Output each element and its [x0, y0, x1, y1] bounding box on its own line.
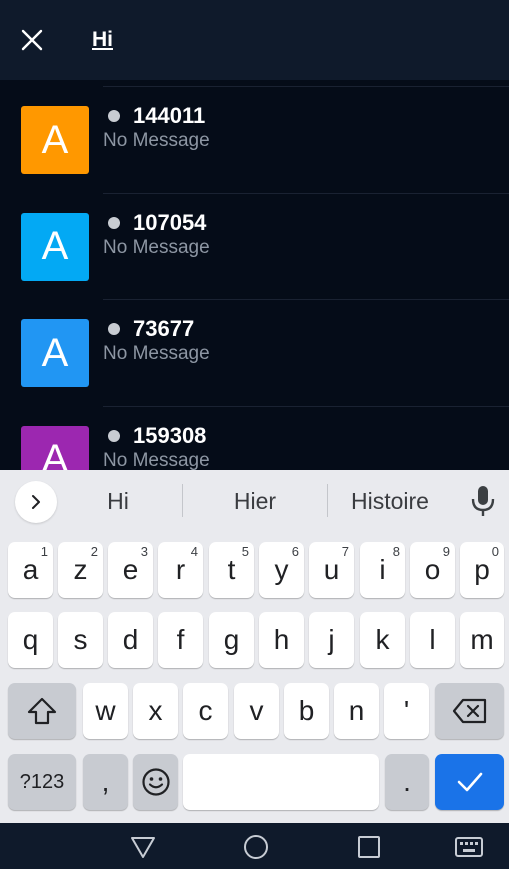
list-item[interactable]: A 73677 No Message: [0, 299, 509, 406]
status-dot-icon: [108, 110, 120, 122]
avatar-initial: A: [41, 117, 69, 162]
key-r[interactable]: r4: [158, 542, 203, 598]
list-item[interactable]: A 159308 No Message: [0, 405, 509, 471]
key-y[interactable]: y6: [259, 542, 304, 598]
chevron-right-icon: [32, 495, 40, 509]
key-z[interactable]: z2: [58, 542, 103, 598]
key-e[interactable]: e3: [108, 542, 153, 598]
avatar: A: [21, 212, 89, 281]
key-q[interactable]: q: [8, 612, 53, 668]
status-dot-icon: [108, 429, 120, 442]
system-nav-bar: [0, 823, 509, 869]
divider: [103, 299, 509, 300]
contact-message: No Message: [103, 130, 210, 151]
key-m[interactable]: m: [460, 612, 504, 668]
key-n[interactable]: n: [334, 683, 379, 739]
suggestion-3[interactable]: Histoire: [340, 488, 440, 515]
enter-key[interactable]: [435, 754, 504, 810]
shift-icon: [27, 697, 57, 725]
checkmark-icon: [457, 772, 482, 792]
key-l[interactable]: l: [410, 612, 455, 668]
suggestion-bar: Hi Hier Histoire: [0, 470, 509, 532]
contact-name: 73677: [133, 316, 195, 341]
app-root: Hi A 144011 No Message A 107054 No Messa…: [0, 0, 509, 869]
divider: [103, 86, 509, 87]
emoji-icon: [141, 768, 170, 796]
key-u[interactable]: u7: [309, 542, 354, 598]
avatar-initial: A: [41, 224, 69, 268]
period-key[interactable]: .: [385, 754, 429, 810]
key-i[interactable]: i8: [360, 542, 405, 598]
divider: [103, 192, 509, 194]
list-item[interactable]: A 144011 No Message: [0, 86, 509, 193]
avatar: A: [21, 106, 89, 174]
space-key[interactable]: [183, 754, 379, 810]
key-j[interactable]: j: [309, 612, 354, 668]
key-c[interactable]: c: [183, 683, 228, 739]
status-dot-icon: [108, 323, 120, 335]
close-button[interactable]: [14, 22, 50, 58]
status-dot-icon: [108, 216, 120, 229]
item-title: 159308: [108, 423, 206, 449]
contact-name: 159308: [133, 422, 207, 448]
key-t[interactable]: t5: [209, 542, 254, 598]
search-query-text[interactable]: Hi: [92, 28, 113, 52]
back-triangle-icon[interactable]: [129, 833, 157, 861]
list-item[interactable]: A 107054 No Message: [0, 192, 509, 300]
key-b[interactable]: b: [284, 683, 329, 739]
key-f[interactable]: f: [158, 612, 203, 668]
soft-keyboard: Hi Hier Histoire a1 z2 e3 r4 t5 y6 u7 i8…: [0, 470, 509, 823]
key-v[interactable]: v: [234, 683, 279, 739]
backspace-key[interactable]: [435, 683, 504, 739]
item-title: 73677: [108, 316, 194, 342]
suggestion-divider: [327, 484, 328, 517]
item-title: 144011: [108, 103, 205, 129]
expand-toolbar-button[interactable]: [15, 481, 57, 523]
avatar-initial: A: [41, 330, 69, 375]
key-s[interactable]: s: [58, 612, 103, 668]
emoji-key[interactable]: [133, 754, 178, 810]
keyboard-switch-icon[interactable]: [454, 833, 484, 861]
key-k[interactable]: k: [360, 612, 405, 668]
key-a[interactable]: a1: [8, 542, 53, 598]
avatar: A: [21, 319, 89, 387]
key-w[interactable]: w: [83, 683, 128, 739]
avatar: A: [21, 425, 89, 470]
key-o[interactable]: o9: [410, 542, 455, 598]
comma-key[interactable]: ,: [83, 754, 128, 810]
divider: [103, 405, 509, 407]
contact-message: No Message: [103, 343, 210, 364]
key-d[interactable]: d: [108, 612, 153, 668]
suggestion-1[interactable]: Hi: [88, 488, 148, 515]
item-title: 107054: [108, 210, 206, 236]
recents-square-icon[interactable]: [355, 833, 383, 861]
key-g[interactable]: g: [209, 612, 254, 668]
key-h[interactable]: h: [259, 612, 304, 668]
symbols-key[interactable]: ?123: [8, 754, 76, 810]
backspace-icon: [452, 698, 486, 724]
contact-message: No Message: [103, 449, 210, 471]
key-apostrophe[interactable]: ': [384, 683, 429, 739]
close-icon: [21, 29, 43, 51]
suggestion-divider: [182, 484, 183, 517]
contact-list[interactable]: A 144011 No Message A 107054 No Message …: [0, 86, 509, 470]
key-x[interactable]: x: [133, 683, 178, 739]
contact-message: No Message: [103, 236, 210, 258]
avatar-initial: A: [41, 437, 69, 470]
contact-name: 107054: [133, 209, 207, 235]
shift-key[interactable]: [8, 683, 76, 739]
search-header: Hi: [0, 0, 509, 80]
microphone-icon[interactable]: [468, 484, 498, 518]
key-p[interactable]: p0: [460, 542, 504, 598]
contact-name: 144011: [133, 103, 206, 128]
suggestion-2[interactable]: Hier: [214, 488, 296, 515]
home-circle-icon[interactable]: [242, 833, 270, 861]
